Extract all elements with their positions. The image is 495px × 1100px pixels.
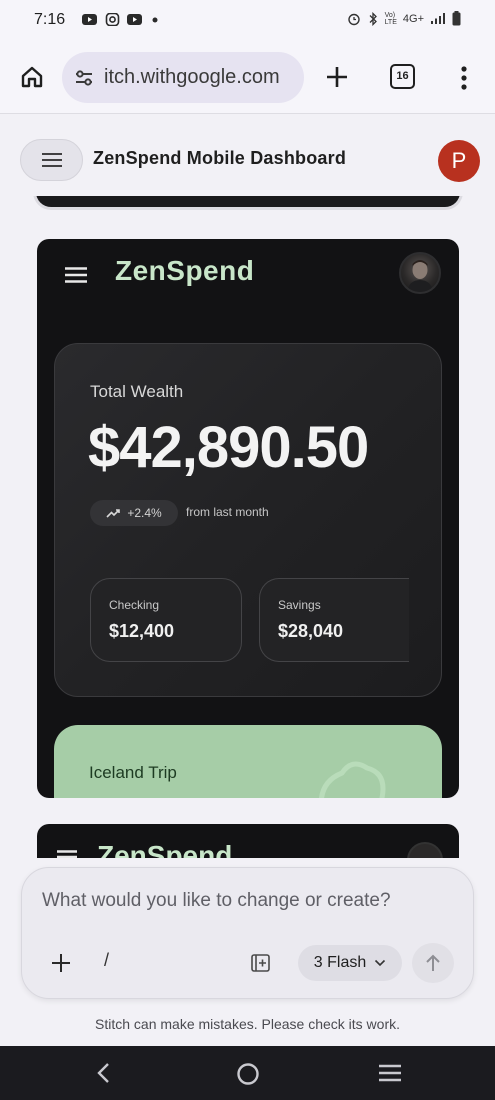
trend-note: from last month: [186, 505, 269, 519]
more-options-icon[interactable]: [460, 66, 468, 90]
model-name: 3 Flash: [313, 954, 367, 971]
volte-badge: Vo) LTE: [385, 12, 397, 26]
page-title: ZenSpend Mobile Dashboard: [93, 148, 347, 168]
wealth-amount: $42,890.50: [88, 415, 369, 480]
user-photo-icon: [407, 260, 433, 292]
savings-goal-card[interactable]: Iceland Trip: [54, 725, 442, 798]
volte-badge-top: Vo): [384, 11, 396, 19]
volte-badge-bottom: LTE: [384, 18, 397, 26]
youtube-icon: [82, 14, 97, 25]
design-canvas[interactable]: ZenSpend Total Wealth $42,890.50 +2.4% f…: [0, 196, 495, 858]
model-selector[interactable]: 3 Flash: [298, 945, 402, 981]
trend-value: +2.4%: [127, 506, 162, 520]
status-time: 7:16: [34, 11, 66, 28]
mobile-screen-preview[interactable]: ZenSpend Total Wealth $42,890.50 +2.4% f…: [37, 239, 459, 798]
instagram-icon: [105, 13, 120, 26]
send-button[interactable]: [412, 943, 454, 983]
slash-command-button[interactable]: /: [104, 950, 109, 971]
browser-toolbar: itch.withgoogle.com 16: [0, 40, 495, 114]
previous-screen-frame[interactable]: [33, 196, 463, 210]
home-button-icon[interactable]: [236, 1062, 260, 1086]
wealth-label: Total Wealth: [90, 382, 184, 401]
add-attachment-icon[interactable]: [48, 950, 74, 976]
hamburger-menu-icon: [57, 850, 77, 858]
new-tab-icon[interactable]: [326, 66, 348, 88]
trend-badge: +2.4%: [90, 500, 178, 526]
address-bar[interactable]: itch.withgoogle.com: [62, 52, 304, 103]
alarm-icon: [347, 13, 360, 25]
hamburger-menu-icon: [41, 153, 62, 167]
goal-title: Iceland Trip: [89, 763, 177, 782]
savings-account-card[interactable]: Savings $28,040: [259, 578, 409, 662]
notification-dot-icon: [152, 17, 158, 23]
youtube-icon: [127, 14, 142, 25]
next-screen-frame[interactable]: ZenSpend: [37, 824, 459, 858]
url-text[interactable]: itch.withgoogle.com: [104, 66, 280, 89]
recent-apps-icon[interactable]: [378, 1064, 402, 1082]
disclaimer-text: Stitch can make mistakes. Please check i…: [95, 1016, 400, 1032]
hamburger-menu-icon[interactable]: [65, 267, 87, 283]
account-name: Savings: [278, 598, 321, 612]
signal-icon: [431, 13, 445, 24]
user-avatar[interactable]: [399, 252, 441, 294]
battery-icon: [452, 11, 461, 26]
status-indicators: Vo) LTE 4G+: [347, 11, 461, 26]
network-type: 4G+: [402, 12, 424, 25]
system-navigation-bar: [0, 1046, 495, 1100]
add-screen-icon[interactable]: [250, 952, 272, 974]
total-wealth-card[interactable]: Total Wealth $42,890.50 +2.4% from last …: [54, 343, 442, 697]
site-settings-icon[interactable]: [74, 69, 94, 87]
brand-logo-text: ZenSpend: [97, 840, 233, 858]
profile-avatar[interactable]: P: [438, 140, 480, 182]
account-balance: $28,040: [278, 621, 344, 641]
prompt-composer[interactable]: What would you like to change or create?…: [21, 867, 474, 999]
home-icon[interactable]: [20, 65, 44, 89]
tab-switcher-button[interactable]: 16: [390, 64, 415, 89]
bluetooth-icon: [369, 11, 377, 26]
user-avatar: [407, 842, 443, 858]
back-icon[interactable]: [96, 1062, 112, 1084]
checking-account-card[interactable]: Checking $12,400: [90, 578, 242, 662]
prompt-input[interactable]: What would you like to change or create?: [42, 890, 391, 912]
menu-button[interactable]: [20, 139, 83, 181]
chevron-down-icon: [375, 959, 386, 967]
account-name: Checking: [109, 598, 160, 612]
trending-up-icon: [106, 509, 121, 518]
status-bar: 7:16 Vo) LTE 4G+: [0, 0, 495, 40]
arrow-up-icon: [426, 954, 440, 971]
goal-watermark-icon: [319, 761, 386, 798]
account-balance: $12,400: [109, 621, 175, 641]
brand-logo-text: ZenSpend: [115, 255, 255, 286]
